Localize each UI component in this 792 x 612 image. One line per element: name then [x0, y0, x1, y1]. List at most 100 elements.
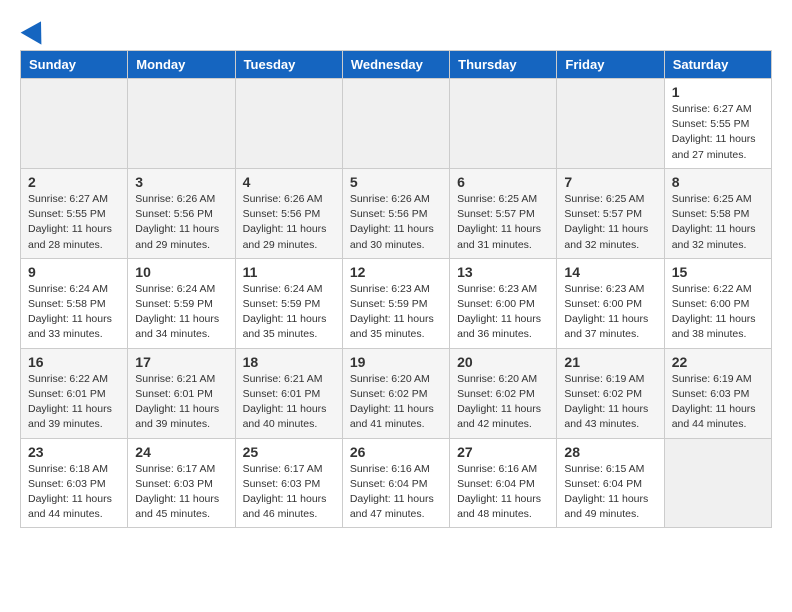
day-info: Sunrise: 6:16 AM Sunset: 6:04 PM Dayligh… — [457, 462, 549, 523]
logo — [20, 20, 48, 40]
calendar-day-cell — [128, 79, 235, 169]
day-info: Sunrise: 6:18 AM Sunset: 6:03 PM Dayligh… — [28, 462, 120, 523]
weekday-header-thursday: Thursday — [450, 51, 557, 79]
calendar-day-cell: 17 Sunrise: 6:21 AM Sunset: 6:01 PM Dayli… — [128, 348, 235, 438]
calendar-day-cell: 3 Sunrise: 6:26 AM Sunset: 5:56 PM Daylig… — [128, 168, 235, 258]
day-number: 24 — [135, 444, 227, 460]
weekday-header-saturday: Saturday — [664, 51, 771, 79]
calendar-day-cell — [235, 79, 342, 169]
calendar-day-cell — [557, 79, 664, 169]
calendar-day-cell: 6Sunrise: 6:25 AM Sunset: 5:57 PM Daylig… — [450, 168, 557, 258]
day-number: 13 — [457, 264, 549, 280]
day-info: Sunrise: 6:23 AM Sunset: 6:00 PM Dayligh… — [457, 282, 549, 343]
calendar-body: 1Sunrise: 6:27 AM Sunset: 5:55 PM Daylig… — [21, 79, 772, 528]
calendar-day-cell: 1Sunrise: 6:27 AM Sunset: 5:55 PM Daylig… — [664, 79, 771, 169]
logo-triangle-icon — [21, 15, 52, 44]
calendar-week-row: 2 Sunrise: 6:27 AM Sunset: 5:55 PM Daylig… — [21, 168, 772, 258]
day-number: 7 — [564, 174, 656, 190]
day-info: Sunrise: 6:25 AM Sunset: 5:58 PM Dayligh… — [672, 192, 764, 253]
day-number: 18 — [243, 354, 335, 370]
calendar-day-cell: 23 Sunrise: 6:18 AM Sunset: 6:03 PM Dayli… — [21, 438, 128, 528]
day-info: Sunrise: 6:21 AM Sunset: 6:01 PM Dayligh… — [243, 372, 335, 433]
day-number: 20 — [457, 354, 549, 370]
day-info: Sunrise: 6:19 AM Sunset: 6:02 PM Dayligh… — [564, 372, 656, 433]
day-info: Sunrise: 6:27 AM Sunset: 5:55 PM Dayligh… — [672, 102, 764, 163]
day-info: Sunrise: 6:22 AM Sunset: 6:00 PM Dayligh… — [672, 282, 764, 343]
calendar-day-cell: 13 Sunrise: 6:23 AM Sunset: 6:00 PM Dayli… — [450, 258, 557, 348]
calendar-day-cell: 28 Sunrise: 6:15 AM Sunset: 6:04 PM Dayli… — [557, 438, 664, 528]
calendar-day-cell: 24 Sunrise: 6:17 AM Sunset: 6:03 PM Dayli… — [128, 438, 235, 528]
day-number: 3 — [135, 174, 227, 190]
day-number: 11 — [243, 264, 335, 280]
day-number: 9 — [28, 264, 120, 280]
page-header — [20, 20, 772, 40]
calendar-day-cell: 5Sunrise: 6:26 AM Sunset: 5:56 PM Daylig… — [342, 168, 449, 258]
calendar-day-cell: 11 Sunrise: 6:24 AM Sunset: 5:59 PM Dayli… — [235, 258, 342, 348]
day-info: Sunrise: 6:26 AM Sunset: 5:56 PM Dayligh… — [243, 192, 335, 253]
day-number: 5 — [350, 174, 442, 190]
calendar-day-cell: 12 Sunrise: 6:23 AM Sunset: 5:59 PM Dayli… — [342, 258, 449, 348]
calendar-day-cell: 14 Sunrise: 6:23 AM Sunset: 6:00 PM Dayli… — [557, 258, 664, 348]
calendar-week-row: 16 Sunrise: 6:22 AM Sunset: 6:01 PM Dayli… — [21, 348, 772, 438]
day-info: Sunrise: 6:20 AM Sunset: 6:02 PM Dayligh… — [457, 372, 549, 433]
day-number: 23 — [28, 444, 120, 460]
calendar-day-cell: 9 Sunrise: 6:24 AM Sunset: 5:58 PM Daylig… — [21, 258, 128, 348]
calendar-table: SundayMondayTuesdayWednesdayThursdayFrid… — [20, 50, 772, 528]
calendar-day-cell: 19 Sunrise: 6:20 AM Sunset: 6:02 PM Dayli… — [342, 348, 449, 438]
weekday-header-sunday: Sunday — [21, 51, 128, 79]
calendar-day-cell — [21, 79, 128, 169]
day-number: 6 — [457, 174, 549, 190]
day-number: 19 — [350, 354, 442, 370]
day-number: 25 — [243, 444, 335, 460]
day-info: Sunrise: 6:17 AM Sunset: 6:03 PM Dayligh… — [243, 462, 335, 523]
calendar-day-cell: 26 Sunrise: 6:16 AM Sunset: 6:04 PM Dayli… — [342, 438, 449, 528]
day-number: 16 — [28, 354, 120, 370]
calendar-week-row: 1Sunrise: 6:27 AM Sunset: 5:55 PM Daylig… — [21, 79, 772, 169]
calendar-day-cell — [450, 79, 557, 169]
calendar-day-cell: 16 Sunrise: 6:22 AM Sunset: 6:01 PM Dayli… — [21, 348, 128, 438]
weekday-header-monday: Monday — [128, 51, 235, 79]
day-info: Sunrise: 6:20 AM Sunset: 6:02 PM Dayligh… — [350, 372, 442, 433]
calendar-day-cell — [342, 79, 449, 169]
calendar-day-cell: 10Sunrise: 6:24 AM Sunset: 5:59 PM Dayli… — [128, 258, 235, 348]
calendar-day-cell: 2 Sunrise: 6:27 AM Sunset: 5:55 PM Daylig… — [21, 168, 128, 258]
calendar-day-cell: 22 Sunrise: 6:19 AM Sunset: 6:03 PM Dayli… — [664, 348, 771, 438]
day-info: Sunrise: 6:16 AM Sunset: 6:04 PM Dayligh… — [350, 462, 442, 523]
day-info: Sunrise: 6:21 AM Sunset: 6:01 PM Dayligh… — [135, 372, 227, 433]
day-info: Sunrise: 6:26 AM Sunset: 5:56 PM Dayligh… — [135, 192, 227, 253]
day-info: Sunrise: 6:24 AM Sunset: 5:59 PM Dayligh… — [243, 282, 335, 343]
calendar-day-cell: 4 Sunrise: 6:26 AM Sunset: 5:56 PM Daylig… — [235, 168, 342, 258]
weekday-header-friday: Friday — [557, 51, 664, 79]
day-info: Sunrise: 6:23 AM Sunset: 6:00 PM Dayligh… — [564, 282, 656, 343]
day-number: 17 — [135, 354, 227, 370]
day-info: Sunrise: 6:19 AM Sunset: 6:03 PM Dayligh… — [672, 372, 764, 433]
day-info: Sunrise: 6:15 AM Sunset: 6:04 PM Dayligh… — [564, 462, 656, 523]
day-info: Sunrise: 6:27 AM Sunset: 5:55 PM Dayligh… — [28, 192, 120, 253]
day-info: Sunrise: 6:25 AM Sunset: 5:57 PM Dayligh… — [564, 192, 656, 253]
calendar-day-cell: 8Sunrise: 6:25 AM Sunset: 5:58 PM Daylig… — [664, 168, 771, 258]
calendar-day-cell: 25 Sunrise: 6:17 AM Sunset: 6:03 PM Dayli… — [235, 438, 342, 528]
calendar-day-cell: 7 Sunrise: 6:25 AM Sunset: 5:57 PM Daylig… — [557, 168, 664, 258]
day-info: Sunrise: 6:24 AM Sunset: 5:58 PM Dayligh… — [28, 282, 120, 343]
calendar-day-cell: 20 Sunrise: 6:20 AM Sunset: 6:02 PM Dayli… — [450, 348, 557, 438]
day-info: Sunrise: 6:23 AM Sunset: 5:59 PM Dayligh… — [350, 282, 442, 343]
calendar-week-row: 9 Sunrise: 6:24 AM Sunset: 5:58 PM Daylig… — [21, 258, 772, 348]
calendar-day-cell: 21 Sunrise: 6:19 AM Sunset: 6:02 PM Dayli… — [557, 348, 664, 438]
day-number: 12 — [350, 264, 442, 280]
day-number: 21 — [564, 354, 656, 370]
day-info: Sunrise: 6:24 AM Sunset: 5:59 PM Dayligh… — [135, 282, 227, 343]
day-number: 28 — [564, 444, 656, 460]
weekday-header-tuesday: Tuesday — [235, 51, 342, 79]
day-number: 2 — [28, 174, 120, 190]
day-number: 15 — [672, 264, 764, 280]
calendar-day-cell: 15 Sunrise: 6:22 AM Sunset: 6:00 PM Dayli… — [664, 258, 771, 348]
day-number: 22 — [672, 354, 764, 370]
day-number: 14 — [564, 264, 656, 280]
day-info: Sunrise: 6:22 AM Sunset: 6:01 PM Dayligh… — [28, 372, 120, 433]
calendar-day-cell: 18 Sunrise: 6:21 AM Sunset: 6:01 PM Dayli… — [235, 348, 342, 438]
day-number: 4 — [243, 174, 335, 190]
day-number: 26 — [350, 444, 442, 460]
calendar-day-cell — [664, 438, 771, 528]
calendar-header-row: SundayMondayTuesdayWednesdayThursdayFrid… — [21, 51, 772, 79]
day-info: Sunrise: 6:17 AM Sunset: 6:03 PM Dayligh… — [135, 462, 227, 523]
